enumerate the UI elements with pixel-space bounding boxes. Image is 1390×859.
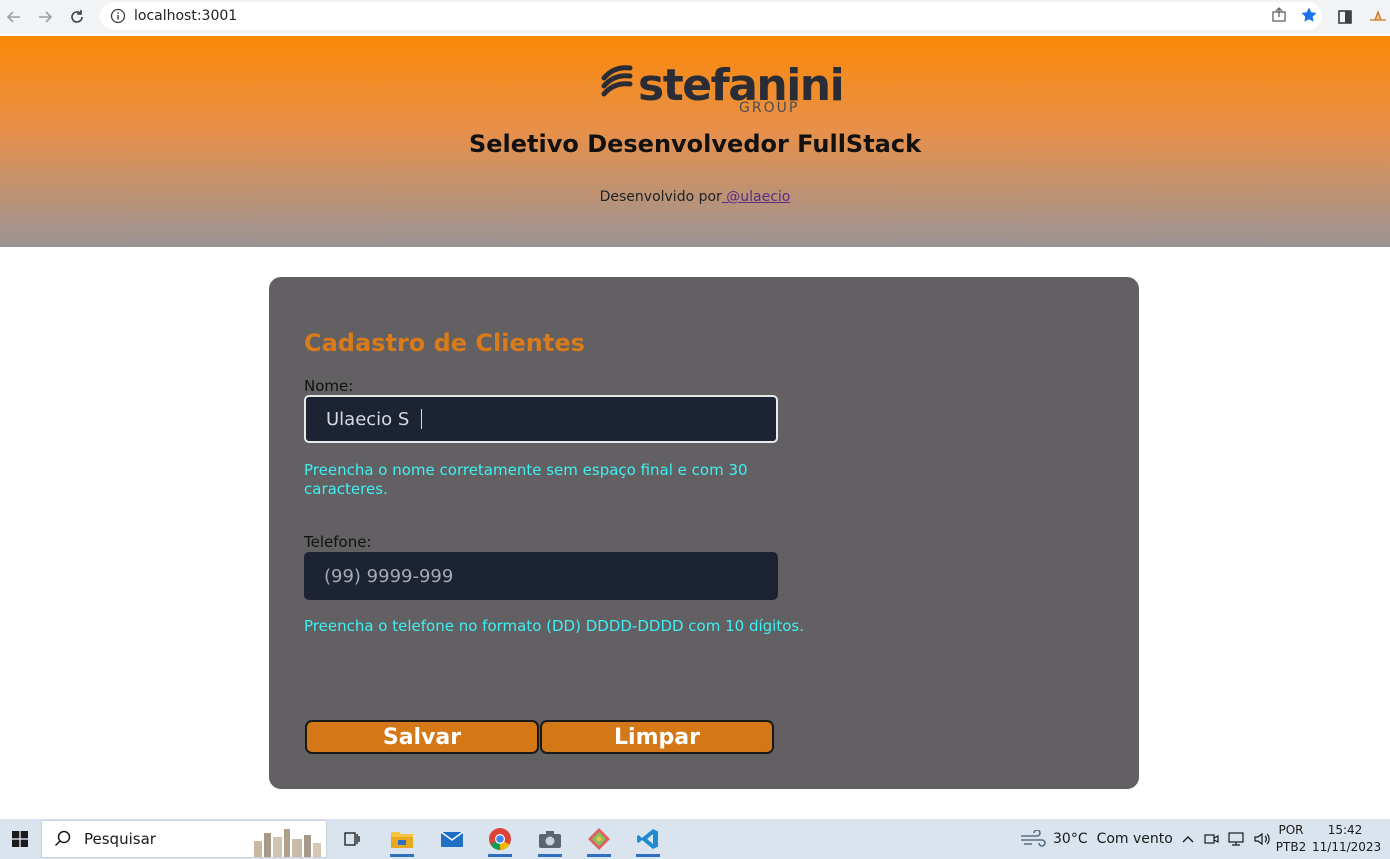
stefanini-logo: stefanini GROUP: [600, 58, 845, 120]
back-button[interactable]: [0, 3, 28, 31]
chevron-up-icon[interactable]: [1181, 832, 1195, 846]
folder-icon: [391, 832, 413, 848]
windows-logo-icon: [12, 831, 28, 847]
start-button[interactable]: [0, 819, 40, 859]
url-text: localhost:3001: [134, 8, 238, 24]
name-input[interactable]: Ulaecio S: [304, 395, 778, 443]
logo-mark-icon: [601, 65, 633, 97]
form-title: Cadastro de Clientes: [304, 329, 585, 357]
task-view-icon: [344, 832, 360, 846]
taskbar-search[interactable]: Pesquisar: [41, 820, 327, 858]
weather-desc: Com vento: [1096, 831, 1173, 847]
page-header: stefanini GROUP Seletivo Desenvolvedor F…: [0, 36, 1390, 247]
logo-group-text: GROUP: [739, 100, 800, 116]
system-tray: [1181, 819, 1271, 859]
task-view-button[interactable]: [330, 821, 374, 857]
forward-button[interactable]: [31, 3, 59, 31]
file-explorer-button[interactable]: [380, 821, 424, 857]
phone-input-placeholder: (99) 9999-999: [324, 565, 454, 587]
name-label: Nome:: [304, 377, 354, 395]
page-title: Seletivo Desenvolvedor FullStack: [468, 130, 922, 158]
client-form-card: Cadastro de Clientes Nome: Ulaecio S Pre…: [269, 277, 1139, 789]
windows-taskbar: Pesquisar 30°C Com vento POR PTB2 15:42 …: [0, 819, 1390, 859]
git-app-button[interactable]: [577, 821, 621, 857]
keyboard-layout: PTB2: [1275, 840, 1307, 854]
name-input-value: Ulaecio S: [326, 408, 416, 430]
clock[interactable]: 15:42 11/11/2023: [1312, 822, 1382, 856]
mail-icon: [440, 831, 464, 847]
name-hint: Preencha o nome corretamente sem espaço …: [304, 461, 748, 498]
vscode-icon: [637, 829, 658, 849]
camera-app-button[interactable]: [528, 821, 572, 857]
text-caret: [421, 409, 423, 429]
developer-credit: Desenvolvido por @ulaecio: [0, 189, 1390, 205]
chrome-button[interactable]: [478, 821, 522, 857]
arrow-right-icon: [39, 11, 53, 23]
city-skyline-icon: [254, 829, 321, 857]
author-link[interactable]: @ulaecio: [722, 189, 790, 205]
camera-icon: [539, 831, 561, 848]
mail-button[interactable]: [430, 821, 474, 857]
reload-icon: [71, 10, 83, 23]
weather-temp: 30°C: [1053, 831, 1088, 847]
git-diamond-icon: [588, 828, 610, 850]
info-icon[interactable]: [110, 8, 126, 24]
meet-icon[interactable]: [1203, 831, 1219, 847]
clock-date: 11/11/2023: [1312, 840, 1382, 854]
search-icon: [54, 830, 71, 847]
volume-icon[interactable]: [1253, 831, 1271, 847]
address-bar[interactable]: localhost:3001: [100, 2, 1322, 30]
arrow-left-icon: [6, 11, 20, 23]
search-placeholder: Pesquisar: [84, 830, 156, 848]
side-panel-icon[interactable]: [1331, 3, 1359, 31]
language-code: POR: [1278, 823, 1304, 837]
phone-input[interactable]: (99) 9999-999: [304, 552, 778, 600]
clear-button[interactable]: Limpar: [540, 720, 774, 754]
vscode-button[interactable]: [626, 821, 670, 857]
clock-time: 15:42: [1327, 823, 1363, 837]
chrome-icon: [489, 828, 511, 850]
browser-toolbar: localhost:3001: [0, 0, 1390, 34]
phone-label: Telefone:: [304, 533, 372, 551]
profile-avatar-icon[interactable]: [1364, 3, 1390, 31]
reload-button[interactable]: [63, 3, 91, 31]
wind-icon: [1021, 830, 1046, 847]
bookmark-star-icon[interactable]: [1300, 6, 1318, 29]
save-button[interactable]: Salvar: [305, 720, 539, 754]
phone-hint: Preencha o telefone no formato (DD) DDDD…: [304, 617, 804, 635]
network-icon[interactable]: [1227, 831, 1245, 847]
share-icon[interactable]: [1270, 6, 1288, 29]
credit-prefix: Desenvolvido por: [599, 189, 722, 205]
input-language[interactable]: POR PTB2: [1272, 822, 1310, 856]
weather-widget[interactable]: 30°C Com vento: [1020, 819, 1173, 859]
